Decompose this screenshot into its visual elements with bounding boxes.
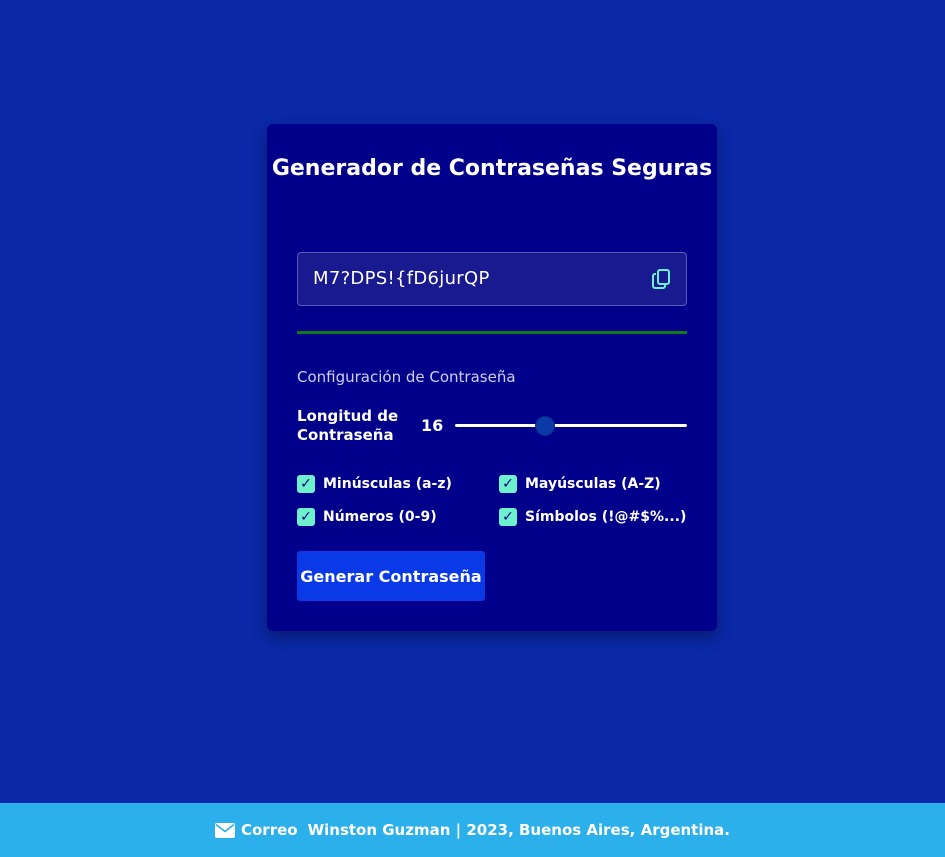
checkbox-checked-icon[interactable]: ✓ [499, 508, 517, 526]
envelope-icon [214, 822, 235, 838]
generated-password[interactable]: M7?DPS!{fD6jurQP [313, 268, 490, 289]
option-label: Minúsculas (a-z) [323, 476, 452, 492]
password-generator-card: Generador de Contraseñas Seguras M7?DPS!… [267, 124, 717, 631]
option-label: Símbolos (!@#$%...) [525, 509, 687, 525]
slider-track [455, 424, 687, 427]
settings-section-title: Configuración de Contraseña [297, 368, 516, 386]
strength-indicator-bar [297, 331, 687, 334]
slider-thumb[interactable] [536, 417, 555, 435]
option-label: Números (0-9) [323, 509, 437, 525]
option-lowercase[interactable]: ✓ Minúsculas (a-z) [297, 474, 452, 494]
footer: Correo Winston Guzman | 2023, Buenos Air… [0, 803, 945, 857]
length-label: Longitud de Contraseña [297, 407, 399, 444]
checkbox-checked-icon[interactable]: ✓ [297, 508, 315, 526]
mail-label: Correo [240, 821, 298, 839]
option-label: Mayúsculas (A-Z) [525, 476, 661, 492]
page-title: Generador de Contraseñas Seguras [271, 156, 713, 181]
generate-password-button[interactable]: Generar Contraseña [297, 551, 485, 601]
copy-icon[interactable] [650, 267, 674, 291]
option-uppercase[interactable]: ✓ Mayúsculas (A-Z) [499, 474, 661, 494]
length-slider[interactable] [455, 416, 687, 436]
mail-link[interactable]: Correo [214, 821, 298, 839]
length-value: 16 [421, 416, 444, 435]
footer-credit: Winston Guzman | 2023, Buenos Aires, Arg… [307, 821, 730, 839]
option-numbers[interactable]: ✓ Números (0-9) [297, 507, 437, 527]
checkbox-checked-icon[interactable]: ✓ [297, 475, 315, 493]
option-symbols[interactable]: ✓ Símbolos (!@#$%...) [499, 507, 686, 527]
password-output-field[interactable]: M7?DPS!{fD6jurQP [297, 252, 687, 306]
checkbox-checked-icon[interactable]: ✓ [499, 475, 517, 493]
